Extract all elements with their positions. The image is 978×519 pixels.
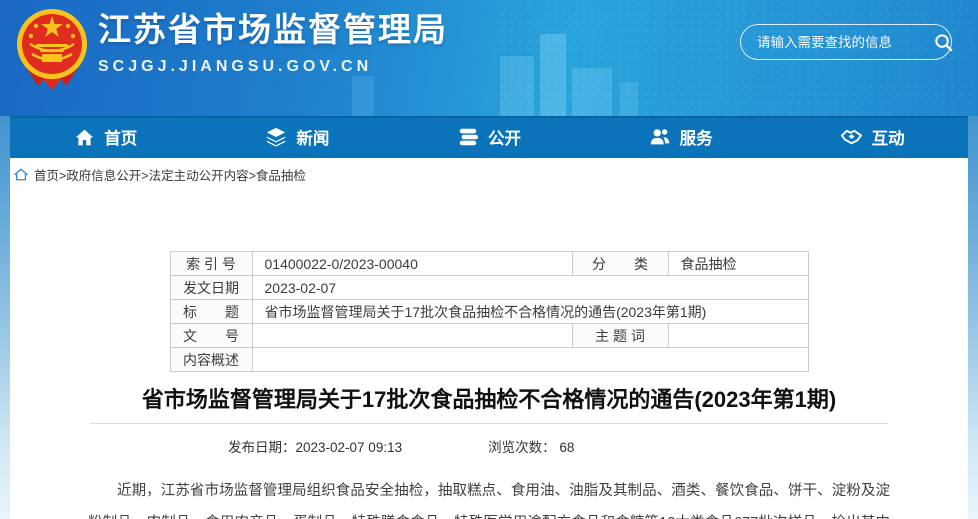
table-row: 文 号 主 题 词 — [170, 324, 808, 348]
category-label: 分 类 — [572, 252, 668, 276]
books-icon — [457, 126, 479, 148]
table-row: 索 引 号 01400022-0/2023-00040 分 类 食品抽检 — [170, 252, 808, 276]
title-divider — [90, 423, 888, 424]
search-icon — [934, 33, 953, 52]
table-row: 标 题 省市场监督管理局关于17批次食品抽检不合格情况的通告(2023年第1期) — [170, 300, 808, 324]
site-logo[interactable]: 江苏省市场监督管理局 SCJGJ.JIANGSU.GOV.CN — [16, 6, 448, 90]
breadcrumb-home-icon — [14, 168, 28, 181]
doc-title-label: 标 题 — [170, 300, 252, 324]
issue-date-label: 发文日期 — [170, 276, 252, 300]
nav-item-label: 首页 — [104, 125, 137, 149]
handshake-icon — [840, 126, 863, 149]
nav-item-public[interactable]: 公开 — [393, 116, 585, 158]
breadcrumb: 首页>政府信息公开>法定主动公开内容>食品抽检 — [10, 158, 968, 191]
news-layers-icon — [265, 126, 287, 148]
search-input[interactable] — [757, 35, 934, 50]
site-url: SCJGJ.JIANGSU.GOV.CN — [98, 58, 448, 76]
index-number-label: 索 引 号 — [170, 252, 252, 276]
article-title: 省市场监督管理局关于17批次食品抽检不合格情况的通告(2023年第1期) — [50, 385, 928, 414]
keywords-value — [668, 324, 808, 348]
publish-info-row: 发布日期：2023-02-07 09:13 浏览次数： 68 — [228, 436, 968, 456]
nav-item-interact[interactable]: 互动 — [776, 116, 968, 158]
view-count-label: 浏览次数： — [488, 440, 556, 455]
view-count: 浏览次数： 68 — [488, 436, 574, 456]
search-box[interactable] — [740, 24, 952, 60]
search-button[interactable] — [934, 33, 953, 52]
national-emblem-icon — [16, 6, 88, 90]
table-row: 发文日期 2023-02-07 — [170, 276, 808, 300]
issue-date-value: 2023-02-07 — [252, 276, 808, 300]
publish-date: 发布日期：2023-02-07 09:13 — [228, 436, 402, 456]
category-value: 食品抽检 — [668, 252, 808, 276]
site-title: 江苏省市场监督管理局 — [98, 10, 448, 50]
index-number-value: 01400022-0/2023-00040 — [252, 252, 572, 276]
building-silhouette — [572, 68, 612, 116]
nav-item-label: 互动 — [872, 125, 905, 149]
nav-item-label: 服务 — [680, 125, 713, 149]
breadcrumb-trail[interactable]: 首页>政府信息公开>法定主动公开内容>食品抽检 — [34, 165, 306, 184]
doc-title-value: 省市场监督管理局关于17批次食品抽检不合格情况的通告(2023年第1期) — [252, 300, 808, 324]
building-silhouette — [500, 56, 534, 116]
doc-number-label: 文 号 — [170, 324, 252, 348]
building-silhouette — [620, 82, 638, 116]
nav-item-news[interactable]: 新闻 — [202, 116, 394, 158]
publish-date-label: 发布日期： — [228, 440, 296, 455]
content-container: 首页 新闻 公开 服务 — [10, 116, 968, 519]
publish-date-value: 2023-02-07 09:13 — [296, 440, 403, 455]
nav-item-label: 新闻 — [296, 125, 329, 149]
document-meta-table: 索 引 号 01400022-0/2023-00040 分 类 食品抽检 发文日… — [170, 251, 809, 372]
article-body-paragraph: 近期，江苏省市场监督管理局组织食品安全抽检，抽取糕点、食用油、油脂及其制品、酒类… — [88, 475, 890, 519]
building-silhouette — [540, 34, 566, 116]
main-nav: 首页 新闻 公开 服务 — [10, 116, 968, 158]
view-count-value: 68 — [559, 440, 574, 455]
doc-number-value — [252, 324, 572, 348]
site-header: 江苏省市场监督管理局 SCJGJ.JIANGSU.GOV.CN — [0, 0, 978, 116]
home-icon — [74, 127, 95, 148]
nav-item-label: 公开 — [488, 125, 521, 149]
nav-item-home[interactable]: 首页 — [10, 116, 202, 158]
people-icon — [649, 126, 671, 148]
summary-label: 内容概述 — [170, 348, 252, 372]
table-row: 内容概述 — [170, 348, 808, 372]
keywords-label: 主 题 词 — [572, 324, 668, 348]
nav-item-services[interactable]: 服务 — [585, 116, 777, 158]
summary-value — [252, 348, 808, 372]
